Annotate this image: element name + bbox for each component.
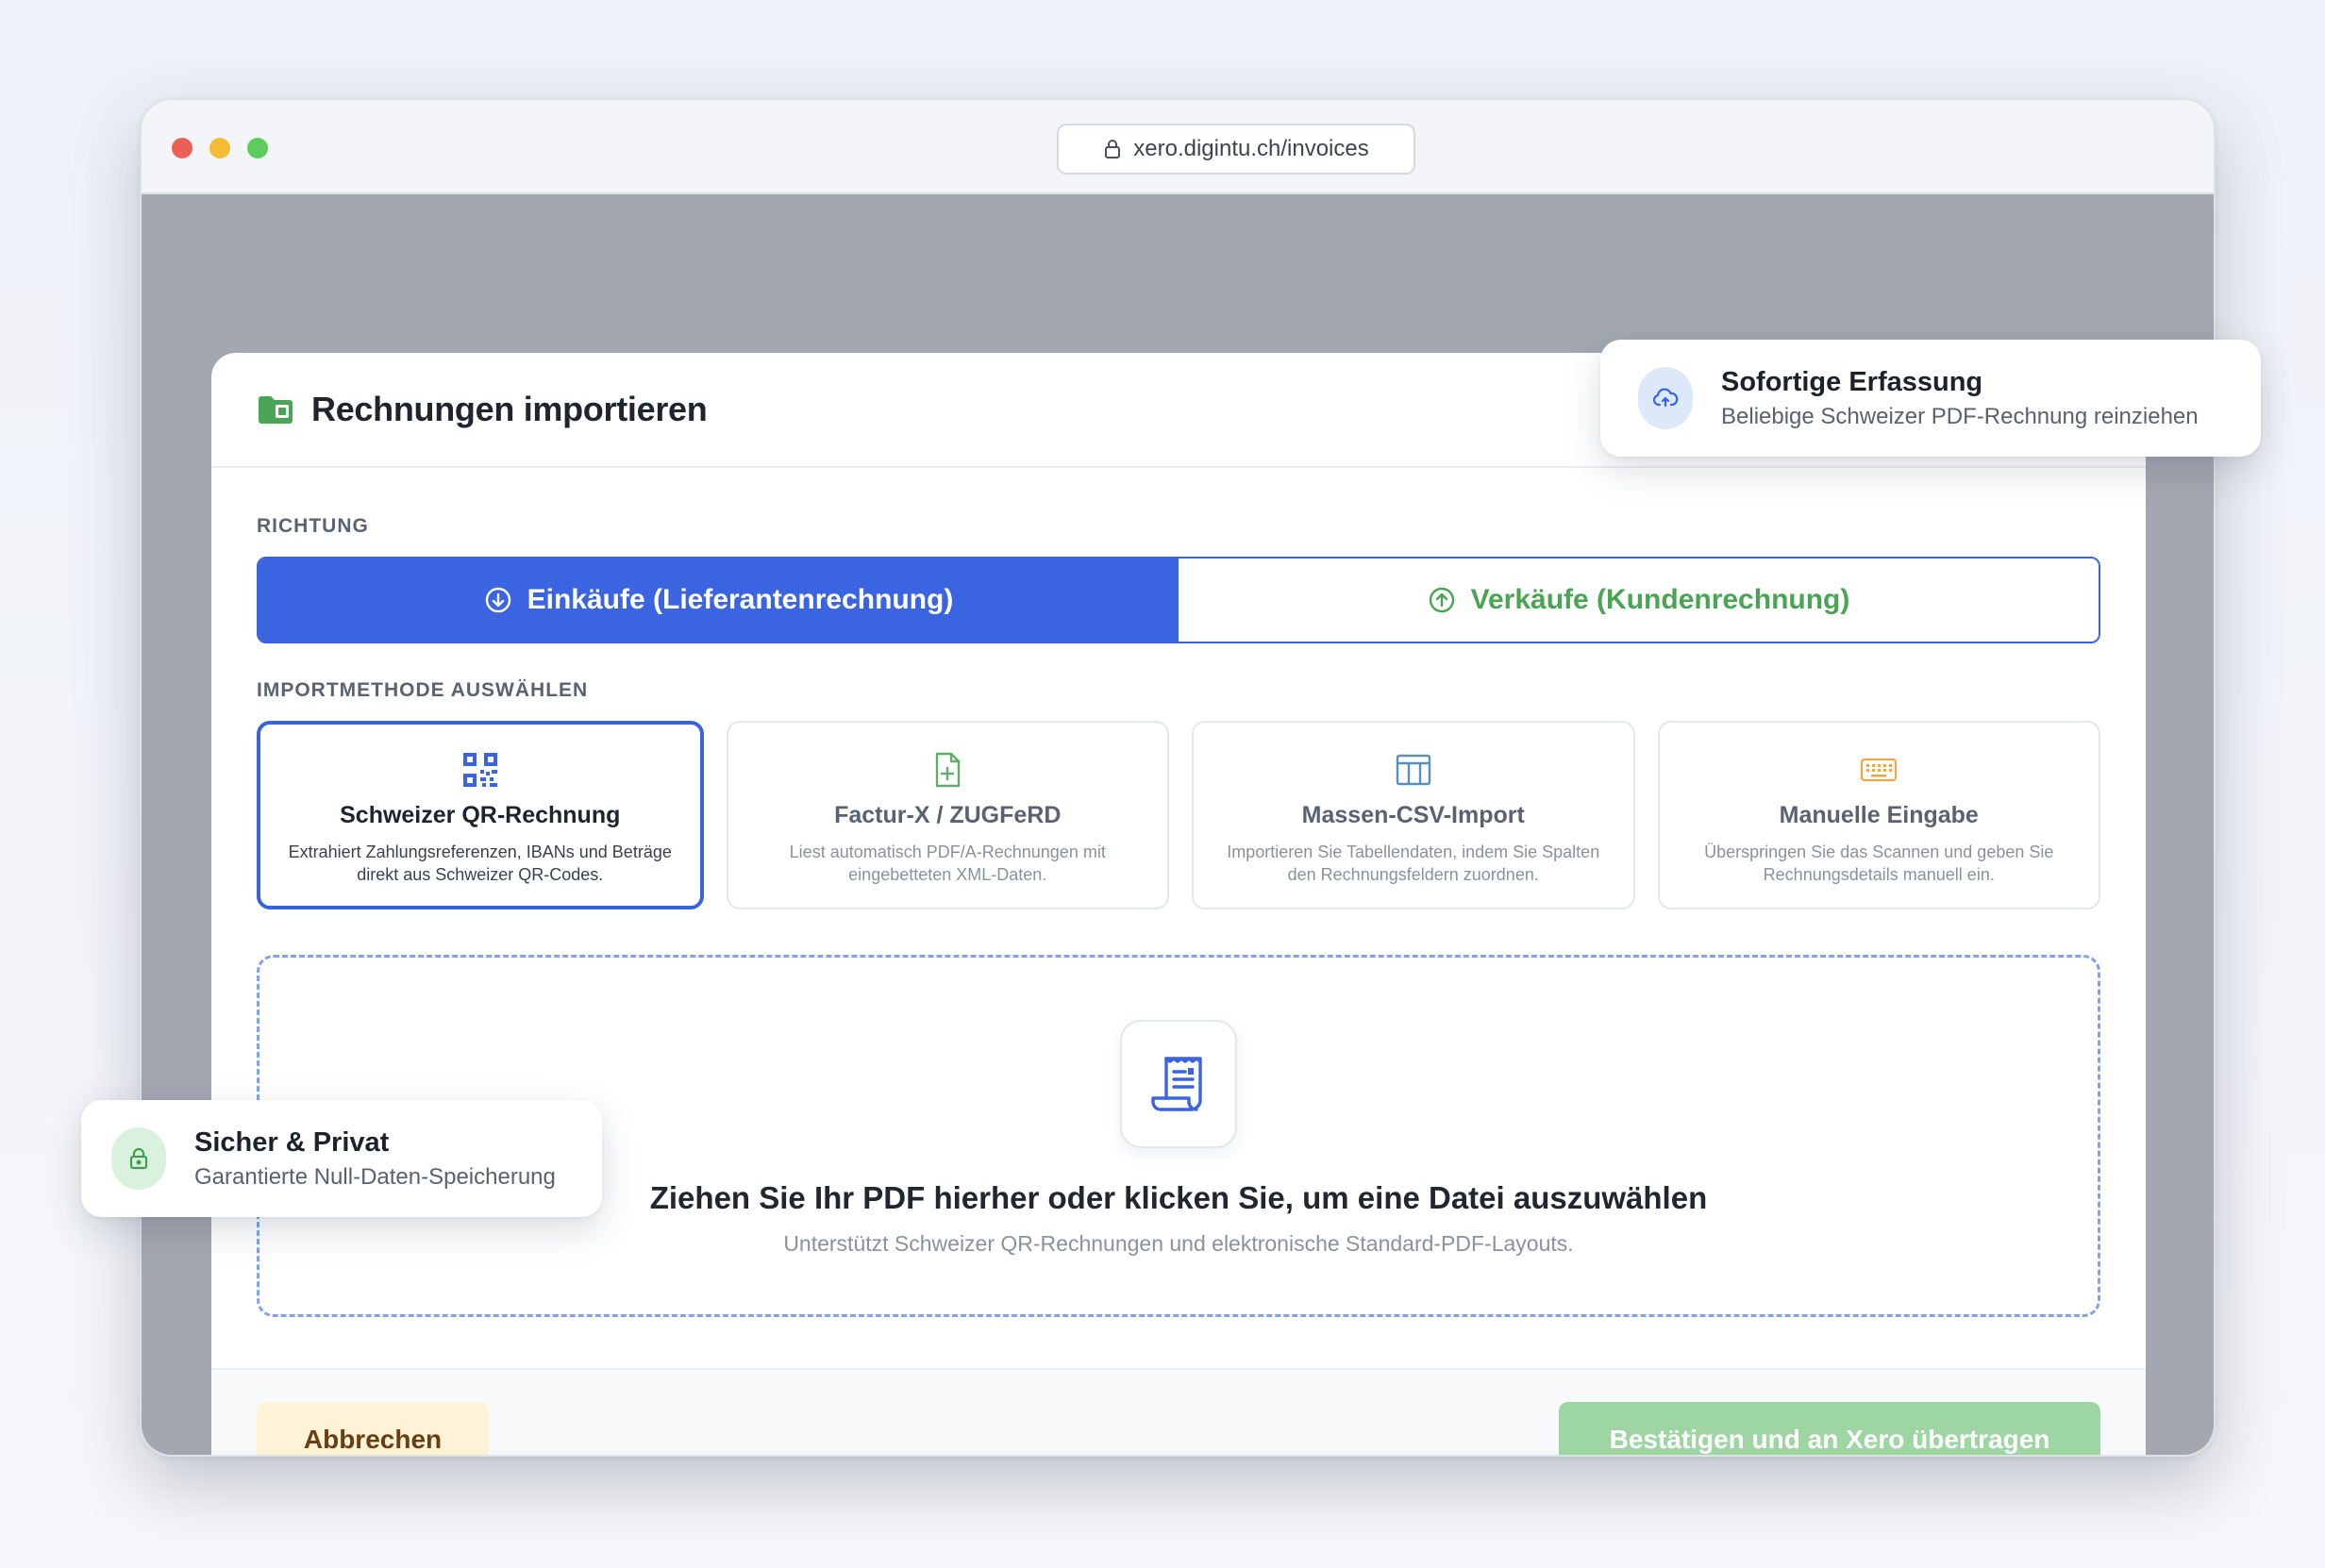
direction-sales-label: Verkäufe (Kundenrechnung) [1470,584,1850,615]
privacy-toast: Sicher & Privat Garantierte Null-Daten-S… [81,1100,602,1217]
window-close-dot[interactable] [172,138,192,158]
arrow-down-circle-icon [485,587,510,613]
arrow-up-circle-icon [1429,587,1454,613]
import-method-list: Schweizer QR-Rechnung Extrahiert Zahlung… [257,721,2100,909]
method-description: Überspringen Sie das Scannen und geben S… [1704,842,2054,884]
window-maximize-dot[interactable] [247,138,268,158]
cloud-upload-icon-wrap [1638,367,1693,429]
method-description: Importieren Sie Tabellendaten, indem Sie… [1227,842,1600,884]
cancel-button[interactable]: Abbrechen [257,1402,489,1455]
cloud-upload-icon [1652,388,1679,408]
method-card-facturx[interactable]: Factur-X / ZUGFeRD Liest automatisch PDF… [726,721,1169,909]
url-text: xero.digintu.ch/invoices [1133,136,1369,161]
toast-title: Sofortige Erfassung [1721,366,1983,397]
dropzone-subtitle: Unterstützt Schweizer QR-Rechnungen und … [783,1231,1574,1256]
toast-text: Sofortige Erfassung Beliebige Schweizer … [1721,367,2199,430]
confirm-transfer-button[interactable]: Bestätigen und an Xero übertragen [1559,1402,2100,1455]
method-title: Factur-X / ZUGFeRD [834,802,1062,828]
lock-icon [1105,140,1121,158]
direction-toggle: Einkäufe (Lieferantenrechnung) Verkäufe … [257,557,2100,643]
browser-window: xero.digintu.ch/invoices Rechnungen impo… [140,98,2216,1457]
toast-title: Sicher & Privat [194,1126,390,1158]
keyboard-icon [1861,758,1898,782]
lock-icon [129,1147,148,1170]
folder-icon [259,396,293,424]
method-description: Extrahiert Zahlungsreferenzen, IBANs und… [288,842,672,884]
method-card-qr[interactable]: Schweizer QR-Rechnung Extrahiert Zahlung… [257,721,704,909]
method-title: Schweizer QR-Rechnung [340,802,621,828]
import-modal: Rechnungen importieren RICHTUNG Einkäufe… [211,353,2146,1455]
window-minimize-dot[interactable] [209,138,230,158]
toast-subtitle: Beliebige Schweizer PDF-Rechnung reinzie… [1721,403,2199,429]
receipt-icon-box [1120,1020,1237,1148]
address-bar[interactable]: xero.digintu.ch/invoices [1057,124,1415,175]
direction-label: RICHTUNG [257,515,369,537]
toast-text: Sicher & Privat Garantierte Null-Daten-S… [194,1127,556,1191]
method-title: Massen-CSV-Import [1301,802,1525,828]
method-description: Liest automatisch PDF/A-Rechnungen mit e… [789,842,1106,884]
browser-chrome: xero.digintu.ch/invoices [142,100,2214,194]
direction-purchases-label: Einkäufe (Lieferantenrechnung) [527,584,954,615]
table-icon [1396,754,1430,786]
direction-purchases-button[interactable]: Einkäufe (Lieferantenrechnung) [259,559,1179,642]
toast-subtitle: Garantierte Null-Daten-Speicherung [194,1163,556,1190]
modal-title: Rechnungen importieren [311,390,708,428]
modal-footer: Abbrechen Bestätigen und an Xero übertra… [211,1368,2146,1455]
method-label: IMPORTMETHODE AUSWÄHLEN [257,679,589,701]
direction-sales-button[interactable]: Verkäufe (Kundenrechnung) [1179,559,2099,642]
file-plus-icon [936,752,961,788]
qr-code-icon [462,753,497,787]
method-card-csv[interactable]: Massen-CSV-Import Importieren Sie Tabell… [1192,721,1635,909]
lock-icon-wrap [111,1127,166,1190]
instant-capture-toast: Sofortige Erfassung Beliebige Schweizer … [1600,340,2261,457]
method-card-manual[interactable]: Manuelle Eingabe Überspringen Sie das Sc… [1657,721,2100,909]
receipt-icon [1151,1057,1202,1111]
method-title: Manuelle Eingabe [1779,802,1979,828]
